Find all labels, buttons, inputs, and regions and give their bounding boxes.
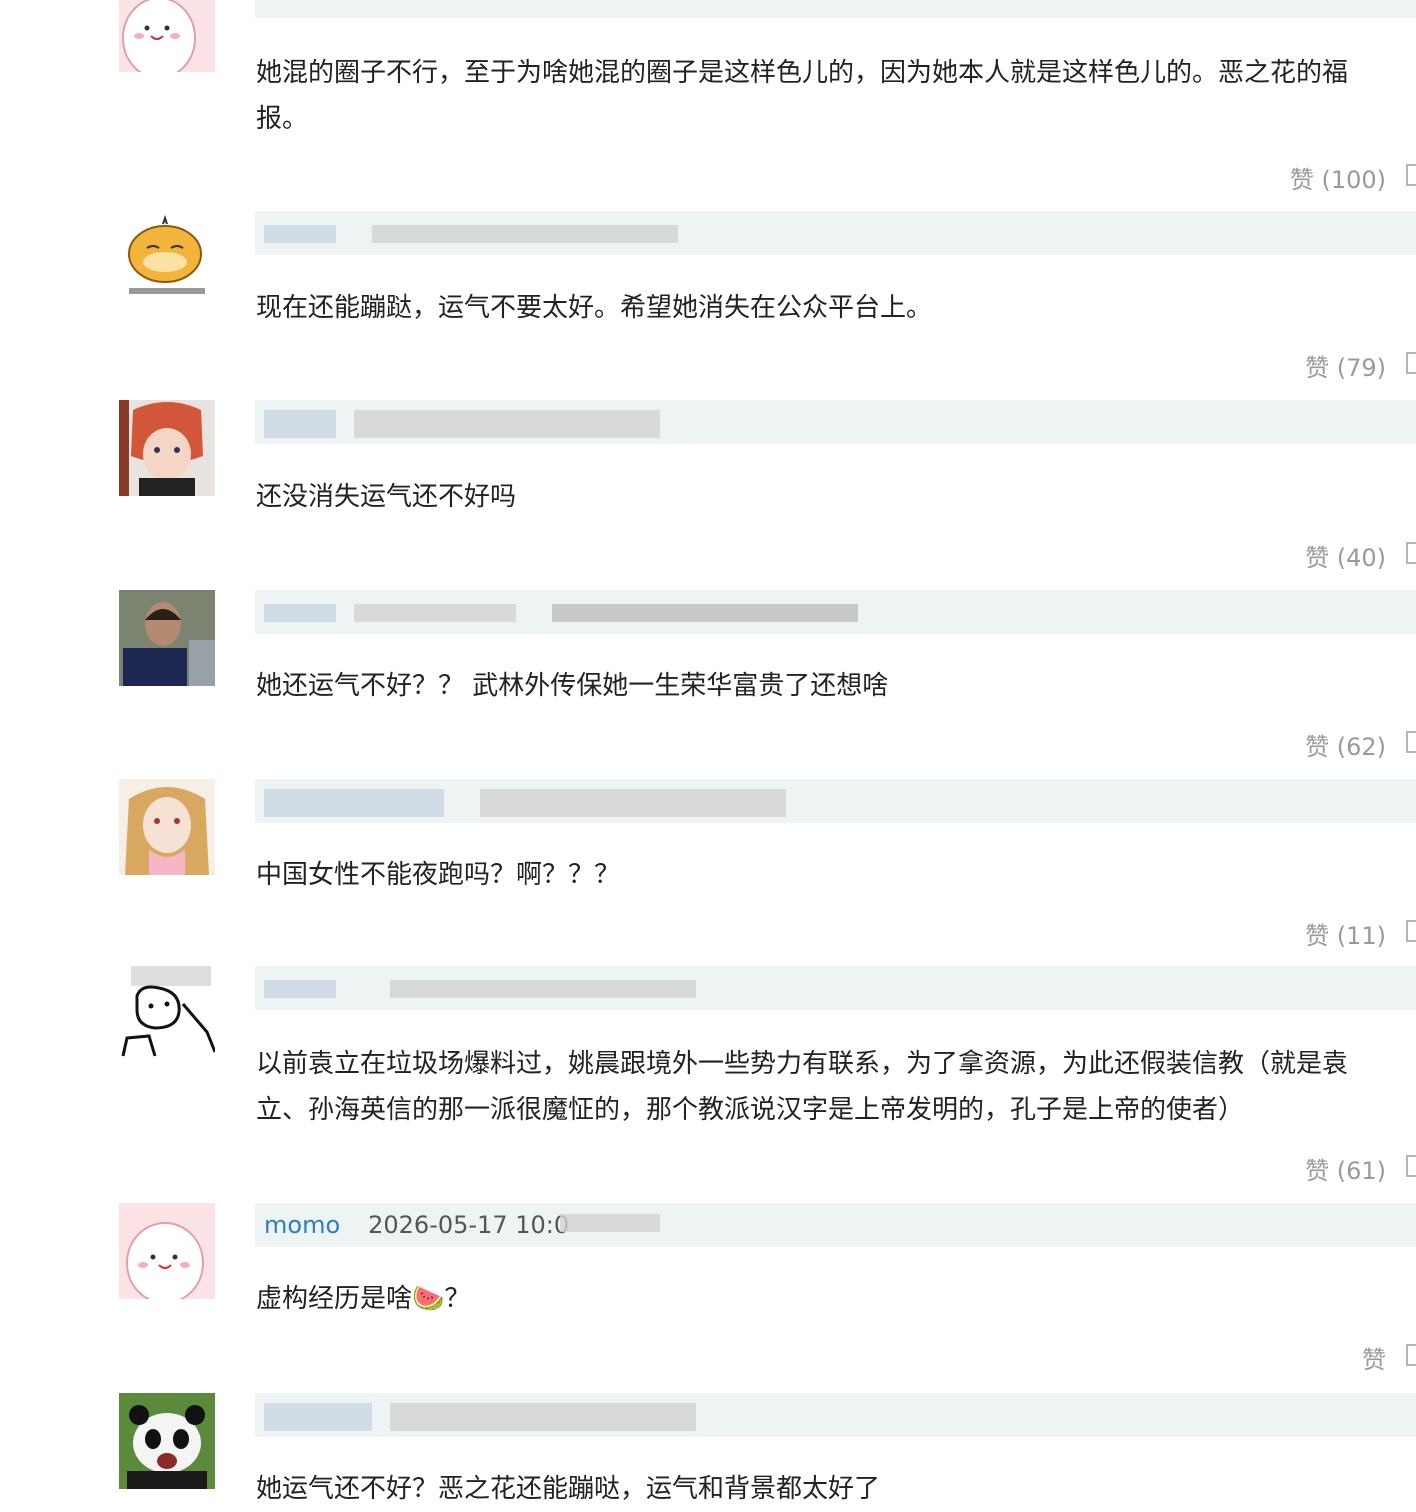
blurred-username bbox=[264, 1403, 372, 1431]
reply-icon[interactable] bbox=[1406, 731, 1416, 753]
like-button[interactable]: 赞 (62) bbox=[1305, 727, 1386, 762]
avatar[interactable] bbox=[119, 1393, 215, 1489]
comment-text-line: 报。 bbox=[256, 104, 309, 134]
blurred-date bbox=[390, 1403, 696, 1431]
comment-text-line: 她运气还不好？恶之花还能蹦哒，运气和背景都太好了 bbox=[256, 1474, 881, 1504]
reply-icon[interactable] bbox=[1406, 542, 1416, 564]
blurred-date bbox=[560, 1214, 660, 1232]
comment-text: 她还运气不好？？ 武林外传保她一生荣华富贵了还想啥 bbox=[256, 663, 1416, 709]
comment-meta-bar bbox=[255, 0, 1416, 18]
reply-icon[interactable] bbox=[1406, 1155, 1416, 1177]
blurred-date bbox=[552, 604, 858, 622]
blurred-date bbox=[480, 789, 786, 817]
blurred-username bbox=[264, 604, 336, 622]
comment-text: 中国女性不能夜跑吗？啊？？？ bbox=[256, 852, 1416, 898]
blurred-username bbox=[264, 980, 336, 998]
comment-text: 她运气还不好？恶之花还能蹦哒，运气和背景都太好了 bbox=[256, 1466, 1416, 1512]
like-button[interactable]: 赞 (100) bbox=[1290, 160, 1386, 195]
avatar[interactable] bbox=[119, 966, 215, 1062]
blurred-date bbox=[372, 225, 678, 243]
blurred-date bbox=[354, 604, 516, 622]
comment-text-line: 她混的圈子不行，至于为啥她混的圈子是这样色儿的，因为她本人就是这样色儿的。恶之花… bbox=[256, 58, 1349, 88]
reply-icon[interactable] bbox=[1406, 352, 1416, 374]
comment-text-line: 她还运气不好？？ 武林外传保她一生荣华富贵了还想啥 bbox=[256, 671, 889, 701]
blurred-username bbox=[264, 410, 336, 438]
like-button[interactable]: 赞 (79) bbox=[1305, 348, 1386, 383]
comment-text-line: 中国女性不能夜跑吗？啊？？？ bbox=[256, 860, 621, 890]
blurred-date bbox=[390, 980, 696, 998]
comment-text: 虚构经历是啥🍉？ bbox=[256, 1276, 1416, 1322]
reply-icon[interactable] bbox=[1406, 1344, 1416, 1366]
like-button[interactable]: 赞 (40) bbox=[1305, 538, 1386, 573]
avatar[interactable] bbox=[119, 1203, 215, 1299]
like-button[interactable]: 赞 bbox=[1362, 1340, 1386, 1375]
avatar[interactable] bbox=[119, 212, 215, 308]
comment-text-line: 以前袁立在垃圾场爆料过，姚晨跟境外一些势力有联系，为了拿资源，为此还假装信教（就… bbox=[256, 1049, 1349, 1079]
username[interactable]: momo bbox=[264, 1211, 340, 1239]
comment-date: 2026-05-17 10:0 bbox=[368, 1211, 570, 1239]
reply-icon[interactable] bbox=[1406, 920, 1416, 942]
comment-text: 她混的圈子不行，至于为啥她混的圈子是这样色儿的，因为她本人就是这样色儿的。恶之花… bbox=[256, 50, 1416, 142]
comment-text-line: 还没消失运气还不好吗 bbox=[256, 482, 517, 512]
like-button[interactable]: 赞 (61) bbox=[1305, 1151, 1386, 1186]
comment-meta: momo 2026-05-17 10:0 bbox=[264, 1210, 569, 1240]
avatar[interactable] bbox=[119, 779, 215, 875]
comment-text-line: 现在还能蹦跶，运气不要太好。希望她消失在公众平台上。 bbox=[256, 293, 933, 323]
avatar[interactable] bbox=[119, 0, 215, 72]
comment-text: 还没消失运气还不好吗 bbox=[256, 474, 1416, 520]
comment-text-line: 虚构经历是啥🍉？ bbox=[256, 1284, 471, 1314]
comment-text: 现在还能蹦跶，运气不要太好。希望她消失在公众平台上。 bbox=[256, 285, 1416, 331]
comment-text: 以前袁立在垃圾场爆料过，姚晨跟境外一些势力有联系，为了拿资源，为此还假装信教（就… bbox=[256, 1041, 1416, 1133]
like-button[interactable]: 赞 (11) bbox=[1305, 916, 1386, 951]
comment-text-line: 立、孙海英信的那一派很魔怔的，那个教派说汉字是上帝发明的，孔子是上帝的使者） bbox=[256, 1095, 1245, 1125]
blurred-username bbox=[264, 225, 336, 243]
blurred-username bbox=[264, 789, 444, 817]
avatar[interactable] bbox=[119, 590, 215, 686]
reply-icon[interactable] bbox=[1406, 164, 1416, 186]
blurred-date bbox=[354, 410, 660, 438]
avatar[interactable] bbox=[119, 400, 215, 496]
